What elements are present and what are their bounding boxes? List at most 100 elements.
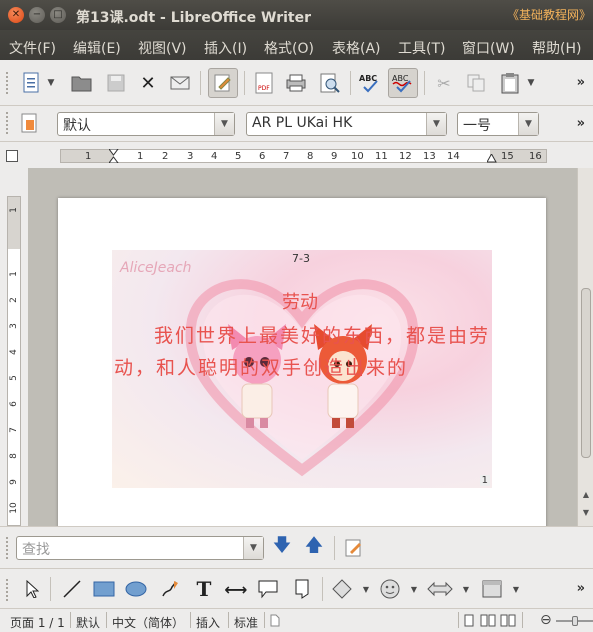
- copy-icon[interactable]: [462, 69, 490, 97]
- indent-marker-icon[interactable]: [109, 149, 119, 163]
- menu-view[interactable]: 视图(V): [138, 38, 187, 58]
- ruler-number: 1: [85, 151, 92, 162]
- spellcheck-icon[interactable]: ABC: [356, 69, 384, 97]
- edit-mode-icon[interactable]: [208, 68, 238, 98]
- toolbar-overflow-icon[interactable]: »: [577, 116, 585, 131]
- font-size-select[interactable]: 一号 ▼: [457, 112, 539, 136]
- scrollbar-thumb[interactable]: [581, 288, 591, 458]
- freeform-tool-icon[interactable]: [156, 575, 184, 603]
- toolbar-grip[interactable]: [6, 112, 10, 134]
- find-input[interactable]: 查找 ▼: [16, 536, 264, 560]
- ruler-track[interactable]: 1 1 2 3 4 5 6 7 8 9 10 11 12 13 14 15 16: [60, 149, 547, 163]
- menu-file[interactable]: 文件(F): [9, 38, 56, 58]
- basic-shapes-icon[interactable]: [328, 575, 356, 603]
- toolbar-overflow-icon[interactable]: »: [577, 75, 585, 90]
- chevron-down-icon[interactable]: ▼: [214, 113, 234, 135]
- chevron-down-icon[interactable]: ▼: [510, 575, 522, 603]
- ruler-number: 6: [9, 401, 19, 407]
- paste-icon[interactable]: [496, 69, 524, 97]
- open-folder-icon[interactable]: [68, 69, 96, 97]
- ruler-track[interactable]: 1 1 2 3 4 5 6 7 8 9 10: [7, 196, 21, 526]
- scroll-down-icon[interactable]: ▼: [580, 508, 592, 520]
- menu-insert[interactable]: 插入(I): [204, 38, 247, 58]
- paragraph-style-select[interactable]: 默认 ▼: [57, 112, 235, 136]
- flowchart-icon[interactable]: [478, 575, 506, 603]
- close-document-icon[interactable]: ✕: [134, 69, 162, 97]
- toolbar-grip[interactable]: [6, 537, 10, 559]
- right-indent-marker-icon[interactable]: [487, 154, 497, 163]
- toolbar-grip[interactable]: [6, 72, 10, 94]
- menu-tools[interactable]: 工具(T): [398, 38, 445, 58]
- line-tool-icon[interactable]: [58, 575, 86, 603]
- print-icon[interactable]: [282, 69, 310, 97]
- menu-window[interactable]: 窗口(W): [462, 38, 515, 58]
- two-page-view-icon[interactable]: [480, 614, 496, 627]
- menu-table[interactable]: 表格(A): [332, 38, 381, 58]
- dimension-line-icon[interactable]: ⟷: [222, 575, 250, 603]
- insert-mode[interactable]: 插入: [196, 614, 220, 631]
- vertical-scrollbar[interactable]: ▲ ▼: [577, 168, 593, 526]
- chevron-down-icon[interactable]: ▼: [518, 113, 538, 135]
- font-name-select[interactable]: AR PL UKai HK ▼: [246, 112, 447, 136]
- block-arrows-icon[interactable]: [426, 575, 454, 603]
- ruler-number: 13: [423, 151, 436, 162]
- find-replace-icon[interactable]: [340, 534, 368, 562]
- page-style[interactable]: 默认: [76, 614, 100, 631]
- ruler-number: 14: [447, 151, 460, 162]
- toolbar-separator: [244, 71, 245, 95]
- scroll-up-icon[interactable]: ▲: [580, 490, 592, 502]
- select-arrow-icon[interactable]: [18, 575, 46, 603]
- email-icon[interactable]: [166, 69, 194, 97]
- print-preview-icon[interactable]: [316, 69, 344, 97]
- close-window-button[interactable]: ✕: [8, 7, 24, 23]
- selection-mode[interactable]: 标准: [234, 614, 258, 631]
- document-page[interactable]: AliceJeach 7-3 劳动 我们世界上最美好的东西，都是由劳动，和人聪明…: [58, 198, 546, 526]
- auto-spellcheck-icon[interactable]: ABC: [388, 68, 418, 98]
- vertical-ruler[interactable]: 1 1 2 3 4 5 6 7 8 9 10: [0, 168, 28, 526]
- symbol-shapes-icon[interactable]: [376, 575, 404, 603]
- find-next-icon[interactable]: 🡇: [268, 534, 296, 562]
- page-count[interactable]: 页面 1 / 1: [10, 614, 65, 631]
- toolbar-overflow-icon[interactable]: »: [577, 581, 585, 596]
- rectangle-tool-icon[interactable]: [90, 575, 118, 603]
- save-icon[interactable]: [102, 69, 130, 97]
- single-page-view-icon[interactable]: [464, 614, 474, 627]
- chevron-down-icon[interactable]: ▼: [360, 575, 372, 603]
- styles-and-formatting-icon[interactable]: [16, 109, 44, 137]
- text-language[interactable]: 中文（简体）: [112, 614, 184, 631]
- maximize-window-button[interactable]: □: [50, 7, 66, 23]
- chevron-down-icon[interactable]: ▼: [426, 113, 446, 135]
- vertical-callout-icon[interactable]: [288, 575, 316, 603]
- document-area[interactable]: AliceJeach 7-3 劳动 我们世界上最美好的东西，都是由劳动，和人聪明…: [28, 168, 577, 526]
- zoom-out-icon[interactable]: ⊖: [540, 612, 552, 628]
- new-document-icon[interactable]: [18, 69, 46, 97]
- embedded-image[interactable]: AliceJeach 7-3 劳动 我们世界上最美好的东西，都是由劳动，和人聪明…: [112, 250, 492, 488]
- menu-help[interactable]: 帮助(H): [532, 38, 581, 58]
- ruler-number: 16: [529, 151, 542, 162]
- minimize-window-button[interactable]: −: [29, 7, 45, 23]
- text-tool-icon[interactable]: T: [190, 575, 218, 603]
- ruler-number: 5: [9, 375, 19, 381]
- ruler-number: 2: [162, 151, 169, 162]
- paragraph-style-value: 默认: [63, 118, 91, 134]
- horizontal-ruler[interactable]: 1 1 2 3 4 5 6 7 8 9 10 11 12 13 14 15 16: [0, 142, 593, 168]
- chevron-down-icon[interactable]: ▼: [243, 537, 263, 559]
- zoom-slider-handle[interactable]: [572, 616, 578, 626]
- paste-dropdown-icon[interactable]: ▼: [524, 69, 538, 97]
- tab-stop-type-icon[interactable]: [6, 150, 18, 162]
- toolbar-grip[interactable]: [6, 579, 10, 601]
- cut-icon[interactable]: ✂: [430, 69, 458, 97]
- menu-edit[interactable]: 编辑(E): [73, 38, 121, 58]
- chevron-down-icon[interactable]: ▼: [408, 575, 420, 603]
- svg-text:ABC: ABC: [392, 74, 409, 83]
- find-previous-icon[interactable]: 🡅: [300, 534, 328, 562]
- poem-body: 我们世界上最美好的东西，都是由劳动，和人聪明的双手创造出来的: [114, 325, 491, 379]
- menu-format[interactable]: 格式(O): [264, 38, 314, 58]
- new-dropdown-icon[interactable]: ▼: [44, 69, 58, 97]
- export-pdf-icon[interactable]: PDF: [250, 69, 278, 97]
- chevron-down-icon[interactable]: ▼: [460, 575, 472, 603]
- callout-tool-icon[interactable]: [254, 575, 282, 603]
- ellipse-tool-icon[interactable]: [122, 575, 150, 603]
- ruler-number: 3: [187, 151, 194, 162]
- book-view-icon[interactable]: [500, 614, 516, 627]
